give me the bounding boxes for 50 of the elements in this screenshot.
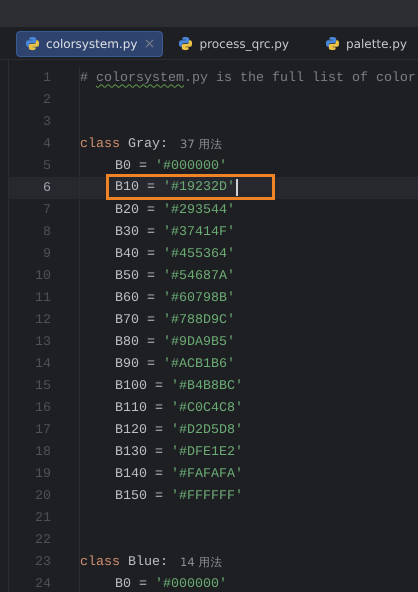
- string-literal: '#788D9C': [163, 312, 235, 328]
- close-icon[interactable]: [145, 39, 154, 48]
- code-text: B0 =: [115, 576, 147, 592]
- string-literal: '#293544': [163, 202, 235, 218]
- string-literal: '#54687A': [163, 268, 235, 284]
- code-keyword: class: [80, 136, 120, 152]
- code-text: B20 =: [115, 202, 155, 218]
- code-text: B140 =: [115, 466, 163, 482]
- code-text: B150 =: [115, 488, 163, 504]
- text-cursor: [236, 178, 238, 196]
- string-literal: '#455364': [163, 246, 235, 262]
- line-number: 6: [42, 180, 51, 196]
- file-tab[interactable]: palette.py: [316, 30, 418, 56]
- class-name: Blue:: [128, 554, 168, 570]
- code-text: B100 =: [115, 378, 163, 394]
- code-text: B10 =: [115, 180, 155, 194]
- string-literal: '#60798B': [163, 290, 235, 306]
- usage-hint[interactable]: 37 用法: [180, 136, 222, 152]
- string-literal: '#C0C4C8': [171, 400, 243, 416]
- string-literal: '#9DA9B5': [163, 334, 235, 350]
- string-literal: '#B4B8BC': [171, 378, 243, 394]
- code-text: B50 =: [115, 268, 155, 284]
- file-tab[interactable]: colorsystem.py: [16, 30, 164, 56]
- string-literal: '#D2D5D8': [171, 422, 243, 438]
- string-literal: '#19232D': [163, 180, 235, 194]
- code-text: B70 =: [115, 312, 155, 328]
- code-text: B110 =: [115, 400, 163, 416]
- class-name: Gray:: [128, 136, 168, 152]
- code-keyword: class: [80, 554, 120, 570]
- code-text: B130 =: [115, 444, 163, 460]
- string-literal: '#DFE1E2': [171, 444, 243, 460]
- code-text: B80 =: [115, 334, 155, 350]
- string-literal: '#37414F': [163, 224, 235, 240]
- code-text: B30 =: [115, 224, 155, 240]
- usage-hint[interactable]: 14 用法: [180, 554, 222, 570]
- python-icon: [178, 36, 194, 51]
- code-text: B60 =: [115, 290, 155, 306]
- file-tab[interactable]: process_qrc.py: [169, 30, 310, 56]
- code-text: B40 =: [115, 246, 155, 262]
- code-comment: # colorsystem.py is the full list of color: [80, 70, 416, 86]
- string-literal: '#FFFFFF': [171, 488, 243, 504]
- string-literal: '#000000': [155, 576, 227, 592]
- python-icon: [25, 36, 40, 51]
- code-text: B120 =: [115, 422, 163, 438]
- string-literal: '#FAFAFA': [171, 466, 243, 482]
- string-literal: '#000000': [155, 158, 227, 174]
- string-literal: '#ACB1B6': [163, 356, 235, 372]
- code-text: B90 =: [115, 356, 155, 372]
- code-text: B0 =: [115, 158, 147, 174]
- python-icon: [325, 36, 340, 51]
